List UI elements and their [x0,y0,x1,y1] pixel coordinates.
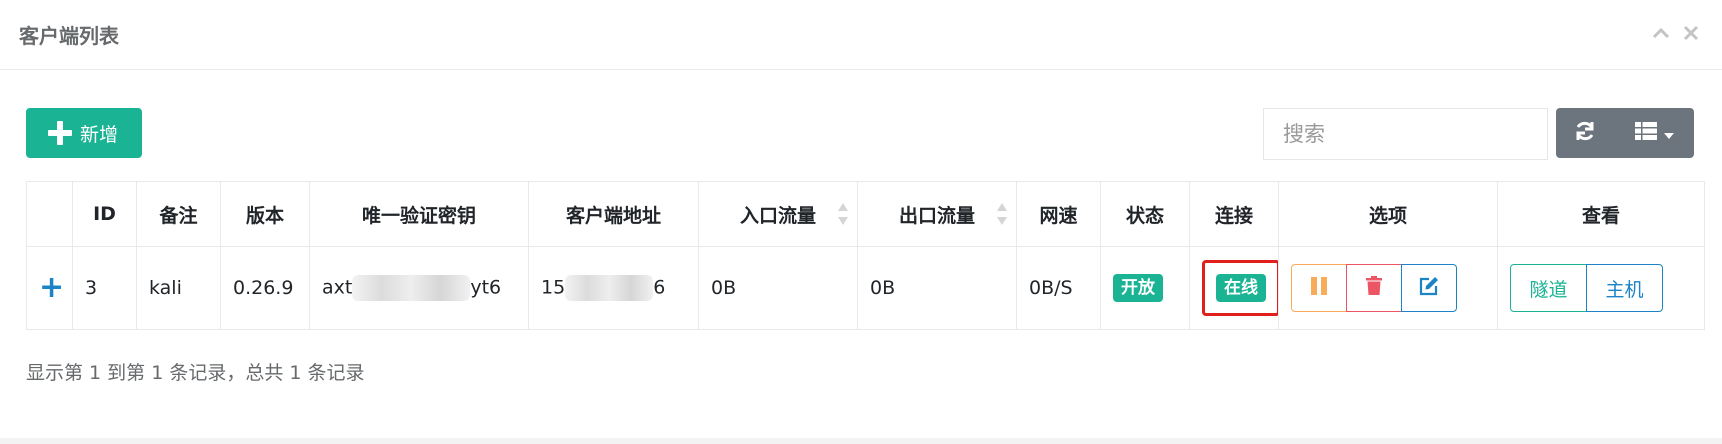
chevron-down-icon [1663,124,1674,143]
expand-row-button[interactable]: + [39,270,64,305]
view-button-group: 隧道 主机 [1510,264,1663,312]
col-header-expand [26,181,73,247]
panel-bottom-divider [0,438,1722,444]
panel-header: 客户端列表 [0,0,1722,70]
col-header-speed: 网速 [1016,181,1101,247]
panel-title: 客户端列表 [19,24,119,48]
chevron-up-icon[interactable] [1652,22,1670,44]
col-header-out-flow-label: 出口流量 [898,204,975,227]
columns-toggle-button[interactable] [1614,108,1694,158]
col-header-key: 唯一验证密钥 [309,181,529,247]
col-header-version: 版本 [220,181,310,247]
pagination-info: 显示第 1 到第 1 条记录，总共 1 条记录 [26,362,365,384]
col-header-out-flow[interactable]: 出口流量 [857,181,1017,247]
table-toolbar-buttons [1556,108,1694,158]
cell-key: axt yt6 [309,246,529,330]
edit-button[interactable] [1401,264,1457,312]
panel-tools [1652,22,1700,44]
refresh-button[interactable] [1556,108,1614,158]
expand-cell: + [26,246,73,330]
cell-out-flow: 0B [857,246,1017,330]
add-button-label: 新增 [80,123,119,146]
plus-icon [48,121,72,145]
table-row: + 3 kali 0.26.9 axt yt6 15 6 0B 0B 0B/S 开放 [26,246,1705,330]
refresh-icon [1574,120,1596,146]
pause-icon [1311,276,1327,300]
col-header-in-flow[interactable]: 入口流量 [698,181,858,247]
cell-view: 隧道 主机 [1497,246,1705,330]
close-icon[interactable] [1682,22,1700,44]
cell-speed: 0B/S [1016,246,1101,330]
client-list-panel: 客户端列表 新增 搜索 ID 备注 版本 唯一验证密钥 客户端地址 入口流量 出… [0,0,1722,444]
add-button[interactable]: 新增 [26,108,142,158]
search-input[interactable] [1263,108,1548,160]
trash-icon [1366,276,1382,300]
connection-badge: 在线 [1216,274,1266,302]
redacted-address [565,275,654,301]
col-header-id: ID [72,181,137,247]
sort-icon [838,202,848,226]
edit-icon [1419,276,1439,301]
cell-id: 3 [72,246,137,330]
sort-icon [997,202,1007,226]
pause-button[interactable] [1291,264,1347,312]
host-button[interactable]: 主机 [1586,264,1663,312]
cell-options [1278,246,1498,330]
options-button-group [1291,264,1457,312]
col-header-in-flow-label: 入口流量 [739,204,816,227]
cell-connection: 在线 [1189,246,1279,330]
col-header-view: 查看 [1497,181,1705,247]
col-header-options: 选项 [1278,181,1498,247]
col-header-remark: 备注 [136,181,221,247]
cell-in-flow: 0B [698,246,858,330]
tunnel-button[interactable]: 隧道 [1510,264,1587,312]
columns-icon [1634,122,1657,144]
col-header-status: 状态 [1100,181,1190,247]
redacted-key [352,275,471,301]
cell-remark: kali [136,246,221,330]
cell-version: 0.26.9 [220,246,310,330]
col-header-connection: 连接 [1189,181,1279,247]
status-badge: 开放 [1113,274,1163,302]
key-prefix: axt [322,276,353,299]
delete-button[interactable] [1346,264,1402,312]
client-table: ID 备注 版本 唯一验证密钥 客户端地址 入口流量 出口流量 网速 状态 连接… [26,181,1705,330]
connection-highlight: 在线 [1202,260,1278,316]
address-prefix: 15 [541,276,566,299]
address-suffix: 6 [653,276,666,299]
cell-address: 15 6 [528,246,699,330]
table-header-row: ID 备注 版本 唯一验证密钥 客户端地址 入口流量 出口流量 网速 状态 连接… [26,181,1705,247]
col-header-address: 客户端地址 [528,181,699,247]
cell-status: 开放 [1100,246,1190,330]
key-suffix: yt6 [470,276,502,299]
